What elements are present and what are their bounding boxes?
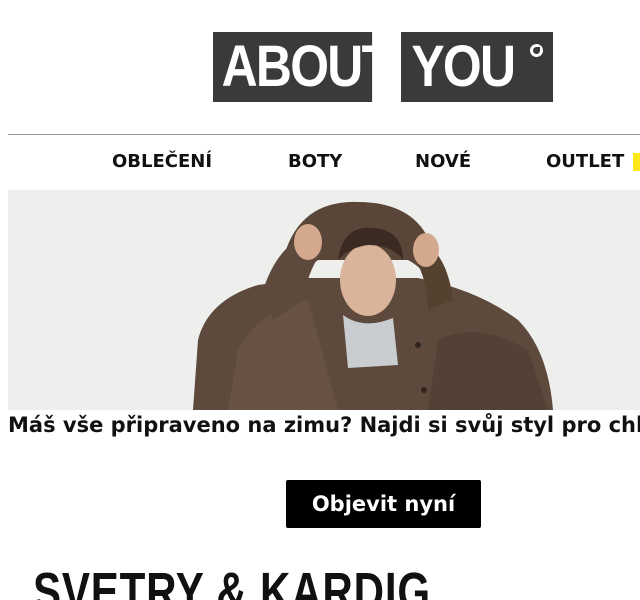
header-divider: [8, 134, 640, 135]
logo-text-about: ABOUT: [221, 34, 392, 99]
nav-item-clothing[interactable]: OBLEČENÍ: [112, 148, 212, 176]
logo-text-you: YOU: [411, 34, 516, 99]
hero-image[interactable]: [8, 190, 640, 410]
outlet-badge: [633, 153, 640, 171]
discover-now-button[interactable]: Objevit nyní: [286, 480, 481, 528]
main-nav: OBLEČENÍ BOTY NOVÉ OUTLET: [0, 148, 640, 176]
brand-logo[interactable]: ABOUT YOU: [213, 32, 553, 102]
logo-about-block: ABOUT: [213, 32, 392, 102]
hero-headline: Máš vše připraveno na zimu? Najdi si svů…: [8, 413, 640, 437]
logo-frame: ABOUT YOU: [213, 32, 553, 102]
nav-item-shoes[interactable]: BOTY: [288, 148, 342, 176]
section-heading: SVETRY & KARDIG: [33, 562, 431, 600]
email-page: ABOUT YOU OBLEČENÍ BOTY NOVÉ OUTLET Máš …: [0, 0, 640, 600]
nav-item-new[interactable]: NOVÉ: [415, 148, 471, 176]
nav-item-outlet[interactable]: OUTLET: [546, 148, 624, 176]
logo-you-block: YOU: [401, 32, 553, 102]
logo-circle-icon: [530, 44, 543, 57]
hero-illustration: [8, 190, 640, 410]
